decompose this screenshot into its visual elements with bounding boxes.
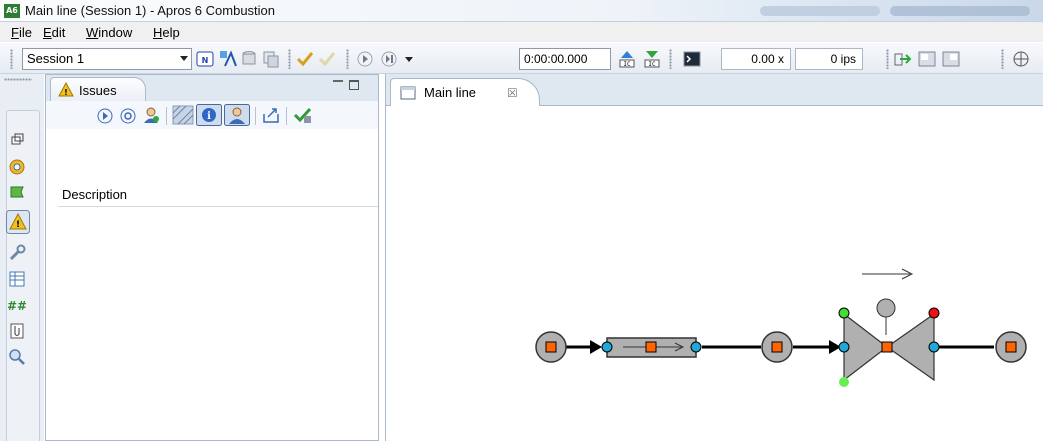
- menu-window[interactable]: Window: [86, 25, 132, 40]
- pipe-component[interactable]: [601, 337, 702, 358]
- diagram-icon: [400, 86, 416, 100]
- tab-main-line-label: Main line: [424, 85, 477, 100]
- minimize-button[interactable]: [333, 80, 343, 90]
- window-title: Main line (Session 1) - Apros 6 Combusti…: [25, 3, 276, 18]
- ips-field[interactable]: 0 ips: [795, 48, 863, 70]
- toolbar-grip: [886, 49, 889, 69]
- editor-tab-bar: Main line ☒: [386, 74, 1043, 106]
- description-column-header[interactable]: Description: [58, 183, 378, 207]
- table-icon[interactable]: [8, 270, 26, 288]
- tab-issues-label: Issues: [79, 83, 117, 98]
- boundary-node[interactable]: [535, 331, 567, 363]
- wrench-icon[interactable]: [8, 244, 26, 262]
- speed-field[interactable]: 0.00 x: [721, 48, 791, 70]
- database-icon[interactable]: [240, 50, 258, 68]
- warning-icon[interactable]: !: [6, 210, 30, 234]
- diagram-canvas[interactable]: [386, 107, 1043, 441]
- export-icon[interactable]: [262, 106, 280, 124]
- session-select-value: Session 1: [27, 51, 85, 66]
- boundary-node[interactable]: [995, 331, 1027, 363]
- translate-icon[interactable]: [219, 50, 237, 68]
- boundary-node[interactable]: [761, 331, 793, 363]
- trim-grip: [4, 78, 32, 81]
- restore-icon[interactable]: [8, 132, 26, 150]
- menu-file[interactable]: File: [11, 25, 32, 40]
- normalize-icon[interactable]: N: [196, 50, 214, 68]
- hash-icon[interactable]: ##: [8, 296, 26, 314]
- sim-time-field[interactable]: 0:00:00.000: [519, 48, 611, 70]
- run-icon[interactable]: [96, 107, 114, 125]
- app-icon: A6: [4, 4, 20, 18]
- diagram-editor: Main line ☒: [385, 74, 1043, 441]
- user-icon[interactable]: [224, 104, 250, 126]
- save-ic-icon[interactable]: IC: [618, 50, 636, 68]
- info-icon[interactable]: i: [196, 104, 222, 126]
- load-ic-icon[interactable]: IC: [643, 50, 661, 68]
- svg-text:##: ##: [8, 299, 26, 313]
- menu-bar: File Edit Window Help: [0, 22, 1043, 42]
- turbine-component[interactable]: [838, 268, 940, 387]
- menu-help[interactable]: Help: [153, 25, 180, 40]
- console-icon[interactable]: [683, 50, 701, 68]
- play-icon[interactable]: [356, 50, 374, 68]
- svg-text:i: i: [207, 111, 211, 122]
- separator: [166, 107, 167, 125]
- hatch-icon[interactable]: [172, 105, 194, 125]
- copy-icon[interactable]: [262, 50, 280, 68]
- title-blur: [890, 6, 1030, 16]
- step-icon[interactable]: [380, 50, 398, 68]
- separator: [286, 107, 287, 125]
- svg-text:!: !: [64, 88, 68, 97]
- flag-icon[interactable]: [8, 184, 26, 202]
- svg-text:N: N: [202, 56, 209, 65]
- validate-icon[interactable]: [293, 106, 313, 124]
- chevron-down-icon: [180, 56, 188, 61]
- title-blur: [760, 6, 880, 16]
- export-icon[interactable]: [894, 50, 912, 68]
- separator: [255, 107, 256, 125]
- svg-text:!: !: [16, 220, 20, 230]
- refresh-icon[interactable]: [119, 107, 137, 125]
- gear-icon[interactable]: [8, 158, 26, 176]
- layout2-icon[interactable]: [942, 50, 960, 68]
- svg-text:IC: IC: [648, 61, 656, 68]
- issues-toolbar: i: [46, 101, 378, 129]
- close-icon[interactable]: ☒: [507, 86, 518, 100]
- clip-icon[interactable]: [8, 322, 26, 340]
- toolbar-grip: [1001, 49, 1004, 69]
- uncheck-icon[interactable]: [318, 50, 336, 68]
- toolbar-grip: [346, 49, 349, 69]
- warning-icon: !: [58, 82, 74, 97]
- main-toolbar: Session 1 N 0:00:00.000 IC IC 0.00 x 0 i…: [0, 42, 1043, 74]
- toolbar-grip: [288, 49, 291, 69]
- session-select[interactable]: Session 1: [22, 48, 192, 70]
- left-trim-bar: ! ##: [0, 74, 44, 441]
- maximize-button[interactable]: [349, 80, 359, 90]
- move-icon[interactable]: [1012, 50, 1030, 68]
- issues-tab-bar: ! Issues: [46, 75, 378, 101]
- user-add-icon[interactable]: [142, 106, 160, 124]
- search-icon[interactable]: [8, 348, 26, 366]
- tab-issues[interactable]: ! Issues: [50, 77, 146, 101]
- tab-main-line[interactable]: Main line ☒: [390, 78, 540, 106]
- dropdown-icon[interactable]: [400, 50, 418, 68]
- flow-arrow-icon: [590, 340, 602, 354]
- svg-text:IC: IC: [623, 61, 631, 68]
- menu-edit[interactable]: Edit: [43, 25, 65, 40]
- toolbar-grip[interactable]: [10, 49, 13, 69]
- toolbar-grip: [669, 49, 672, 69]
- check-icon[interactable]: [296, 50, 314, 68]
- title-bar: A6 Main line (Session 1) - Apros 6 Combu…: [0, 0, 1043, 22]
- issues-panel: ! Issues i Description: [45, 74, 379, 441]
- description-label: Description: [62, 187, 128, 202]
- layout-icon[interactable]: [918, 50, 936, 68]
